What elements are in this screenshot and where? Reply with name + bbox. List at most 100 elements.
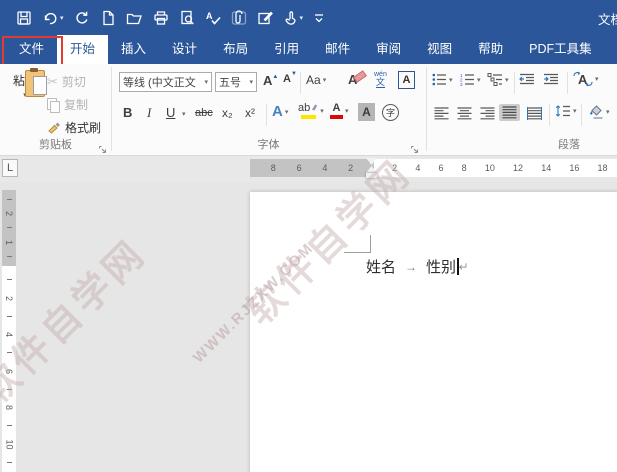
shrink-font-caret-icon: ▼ <box>290 71 297 78</box>
numbering-button[interactable]: 123 ▾ <box>460 73 481 87</box>
clipboard-dialog-launcher-icon[interactable] <box>98 141 107 153</box>
clipboard-group-label: 剪贴板 <box>39 139 72 151</box>
bold-button[interactable]: B <box>123 105 132 120</box>
format-painter-label: 格式刷 <box>65 121 102 135</box>
undo-icon[interactable]: ▾ <box>42 10 64 26</box>
font-size-dropdown-icon[interactable]: ▾ <box>249 78 253 86</box>
multilevel-list-button[interactable]: ▾ <box>487 73 509 86</box>
tab-help[interactable]: 帮助 <box>465 35 516 64</box>
clear-formatting-button[interactable]: A <box>348 70 367 88</box>
underline-button[interactable]: U <box>166 105 175 120</box>
divider <box>266 104 267 126</box>
font-color-dropdown-icon[interactable]: ▾ <box>345 107 349 115</box>
copy-icon <box>47 98 60 113</box>
ruler-tick <box>6 279 12 281</box>
tab-file[interactable]: 文件 <box>6 35 57 64</box>
customize-qat-icon[interactable] <box>313 10 325 26</box>
ruler-tick <box>6 227 12 229</box>
grow-font-caret-icon: ▲ <box>272 73 279 80</box>
shading-dropdown-icon[interactable]: ▾ <box>606 108 610 116</box>
tab-design[interactable]: 设计 <box>159 35 210 64</box>
change-case-button[interactable]: Aa ▾ <box>306 73 326 87</box>
tab-references[interactable]: 引用 <box>261 35 312 64</box>
align-center-button[interactable] <box>454 105 475 122</box>
copy-button[interactable]: 复制 <box>47 96 88 113</box>
shrink-font-button[interactable]: A▼ <box>283 71 297 85</box>
phonetic-guide-button[interactable]: wén 文 <box>374 71 387 88</box>
font-name-combo[interactable]: 等线 (中文正文 ▾ <box>119 72 212 92</box>
highlight-color-button[interactable]: ab ▾ <box>298 103 324 119</box>
undo-dropdown-icon[interactable]: ▾ <box>60 14 64 22</box>
subscript-button[interactable]: x₂ <box>222 106 233 120</box>
highlight-dropdown-icon[interactable]: ▾ <box>320 107 324 115</box>
font-size-value: 五号 <box>219 77 241 89</box>
document-page[interactable] <box>250 192 617 472</box>
spelling-grammar-icon[interactable]: A <box>205 10 221 26</box>
scissors-icon: ✂ <box>47 73 58 89</box>
tab-selector[interactable]: L <box>2 159 18 177</box>
font-name-value: 等线 (中文正文 <box>123 77 196 89</box>
font-size-combo[interactable]: 五号 ▾ <box>215 72 257 92</box>
print-preview-icon[interactable] <box>179 10 195 26</box>
text-effects-button[interactable]: A ▾ <box>272 103 288 120</box>
grow-font-button[interactable]: A▲ <box>263 73 278 88</box>
window-title: 文档 <box>597 13 617 27</box>
numbering-dropdown-icon[interactable]: ▾ <box>477 76 481 84</box>
enclose-characters-button[interactable]: 字 <box>382 104 399 121</box>
redo-icon[interactable] <box>74 10 90 26</box>
line-spacing-dropdown-icon[interactable]: ▾ <box>573 107 577 115</box>
quick-print-icon[interactable] <box>153 10 169 26</box>
align-right-button[interactable] <box>477 105 498 122</box>
horizontal-ruler-text-area[interactable]: 2 4 6 8 10 12 14 16 18 20 <box>374 159 617 177</box>
open-folder-icon[interactable] <box>126 10 143 26</box>
tab-pdf-tools[interactable]: PDF工具集 <box>516 35 605 64</box>
text-boundary-corner-mark <box>344 252 371 253</box>
superscript-button[interactable]: x² <box>245 106 255 120</box>
save-icon[interactable] <box>16 10 32 26</box>
font-color-button[interactable]: A ▾ <box>330 103 349 119</box>
font-dialog-launcher-icon[interactable] <box>410 141 419 153</box>
change-case-dropdown-icon[interactable]: ▾ <box>323 76 327 84</box>
distributed-button[interactable] <box>524 105 545 122</box>
edit-icon[interactable] <box>257 10 273 26</box>
multilevel-dropdown-icon[interactable]: ▾ <box>505 76 509 84</box>
strikethrough-button[interactable]: abc <box>195 107 213 119</box>
underline-dropdown-icon[interactable]: ▾ <box>182 110 186 118</box>
vertical-ruler-text-area[interactable]: 2 4 6 8 10 <box>2 266 16 472</box>
tab-layout[interactable]: 布局 <box>210 35 261 64</box>
asian-layout-button[interactable]: A ▾ <box>573 71 599 87</box>
touch-mouse-mode-icon[interactable]: ▾ <box>283 10 304 26</box>
horizontal-ruler-margin[interactable]: 8 6 4 2 <box>250 159 374 177</box>
character-shading-button[interactable]: A <box>358 103 375 121</box>
touch-mode-dropdown-icon[interactable]: ▾ <box>300 14 304 22</box>
font-name-dropdown-icon[interactable]: ▾ <box>204 78 208 86</box>
new-document-icon[interactable] <box>100 10 116 26</box>
shading-button[interactable]: ▾ <box>587 104 610 119</box>
tab-insert[interactable]: 插入 <box>108 35 159 64</box>
decrease-indent-button[interactable] <box>519 73 535 86</box>
character-border-button[interactable]: A <box>398 71 415 89</box>
increase-indent-button[interactable] <box>543 73 559 86</box>
tab-mailings[interactable]: 邮件 <box>312 35 363 64</box>
line-spacing-button[interactable]: ▾ <box>555 104 577 118</box>
asian-layout-dropdown-icon[interactable]: ▾ <box>595 75 599 83</box>
tab-view[interactable]: 视图 <box>414 35 465 64</box>
attachment-icon[interactable] <box>231 9 247 26</box>
paste-button[interactable]: 粘贴 ▾ <box>7 68 47 139</box>
tab-review[interactable]: 审阅 <box>363 35 414 64</box>
italic-button[interactable]: I <box>147 105 151 121</box>
align-left-button[interactable] <box>431 105 452 122</box>
ruler-tick <box>6 388 12 390</box>
cut-button[interactable]: ✂ 剪切 <box>47 73 86 90</box>
bullets-button[interactable]: ▾ <box>432 73 453 86</box>
bullets-dropdown-icon[interactable]: ▾ <box>449 76 453 84</box>
divider <box>549 104 550 126</box>
tab-home[interactable]: 开始 <box>57 35 109 64</box>
format-painter-button[interactable]: 格式刷 <box>47 119 101 136</box>
left-indent-marker[interactable] <box>366 173 377 178</box>
vertical-ruler-margin[interactable]: 2 1 <box>2 190 16 266</box>
text-boundary-corner-mark <box>370 235 371 252</box>
text-effects-dropdown-icon[interactable]: ▾ <box>285 108 289 116</box>
titlebar: ▾ A ▾ 文档 <box>0 0 617 35</box>
justify-button[interactable] <box>499 104 520 121</box>
